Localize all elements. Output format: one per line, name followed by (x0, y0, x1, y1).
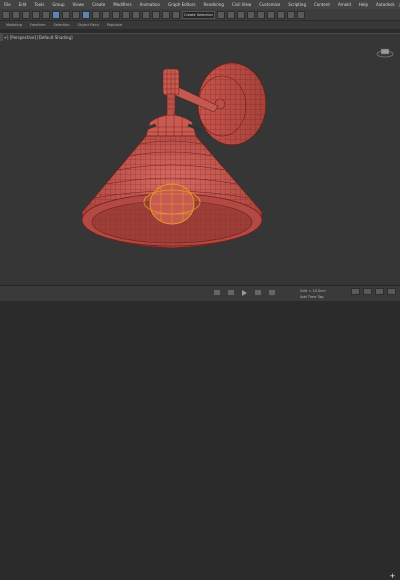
mirror-button[interactable] (217, 10, 225, 19)
menu-item-tools[interactable]: Tools (30, 2, 48, 7)
redo-button[interactable] (12, 10, 20, 19)
region-select-button[interactable] (72, 10, 80, 19)
material-editor-button[interactable] (267, 10, 275, 19)
shade-cap (142, 111, 202, 137)
menu-item-rendering[interactable]: Rendering (200, 2, 228, 7)
ribbon-tab-freeform[interactable]: Freeform (30, 23, 46, 27)
named-sets-button[interactable] (172, 10, 180, 19)
selection-set-dropdown[interactable]: Create Selection Se (182, 10, 215, 19)
pan-icon[interactable] (363, 288, 372, 295)
bind-button[interactable] (42, 10, 50, 19)
go-to-end-icon[interactable] (269, 290, 275, 295)
playback-controls (214, 290, 275, 296)
prev-frame-icon[interactable] (228, 290, 234, 295)
move-button[interactable] (82, 10, 90, 19)
angle-snap-button[interactable] (142, 10, 150, 19)
viewport-side-tab[interactable] (0, 33, 3, 41)
ribbon-tab-modeling[interactable]: Modeling (6, 23, 22, 27)
viewport-nav-controls (351, 288, 396, 295)
main-toolbar: Create Selection Se (0, 9, 400, 21)
add-time-tag[interactable]: Add Time Tag (300, 295, 324, 299)
menu-item-content[interactable]: Content (310, 2, 334, 7)
status-bar: Grid = 10.0cm Add Time Tag + (0, 285, 400, 580)
menu-item-edit[interactable]: Edit (15, 2, 31, 7)
orbit-icon[interactable] (375, 288, 384, 295)
menu-item-help[interactable]: Help (355, 2, 372, 7)
align-button[interactable] (227, 10, 235, 19)
menu-item-civil-view[interactable]: Civil View (228, 2, 255, 7)
ribbon-tab-selection[interactable]: Selection (54, 23, 70, 27)
menu-item-group[interactable]: Group (48, 2, 68, 7)
zoom-icon[interactable] (351, 288, 360, 295)
snap-button[interactable] (132, 10, 140, 19)
ribbon-tabs: Modeling Freeform Selection Object Paint Pop… (0, 21, 400, 29)
lamp-model[interactable] (0, 34, 400, 286)
menu-item-autodesk[interactable]: Autodesk (372, 2, 399, 7)
menu-item-views[interactable]: Views (69, 2, 89, 7)
menu-item-graph-editors[interactable]: Graph Editors (164, 2, 199, 7)
layer-button[interactable] (237, 10, 245, 19)
percent-snap-button[interactable] (152, 10, 160, 19)
menu-item-modifiers[interactable]: Modifiers (109, 2, 135, 7)
reference-coord-button[interactable] (112, 10, 120, 19)
scale-button[interactable] (102, 10, 110, 19)
link-button[interactable] (22, 10, 30, 19)
render-button[interactable] (297, 10, 305, 19)
unlink-button[interactable] (32, 10, 40, 19)
menu-item-arnold[interactable]: Arnold (334, 2, 355, 7)
select-by-name-button[interactable] (62, 10, 70, 19)
menu-item-customize[interactable]: Customize (255, 2, 284, 7)
menu-bar: File Edit Tools Group Views Create Modifiers An… (0, 0, 400, 9)
next-frame-icon[interactable] (255, 290, 261, 295)
menu-item-create[interactable]: Create (88, 2, 109, 7)
undo-button[interactable] (2, 10, 10, 19)
go-to-start-icon[interactable] (214, 290, 220, 295)
perspective-viewport[interactable]: [+] [Perspective] [Default Shading] (0, 33, 400, 286)
add-icon[interactable]: + (389, 573, 396, 580)
menu-item-scripting[interactable]: Scripting (284, 2, 310, 7)
menu-item-file[interactable]: File (0, 2, 15, 7)
maximize-icon[interactable] (387, 288, 396, 295)
pivot-button[interactable] (122, 10, 130, 19)
curve-editor-button[interactable] (247, 10, 255, 19)
schematic-button[interactable] (257, 10, 265, 19)
render-setup-button[interactable] (277, 10, 285, 19)
select-object-button[interactable] (52, 10, 60, 19)
ribbon-tab-populate[interactable]: Populate (107, 23, 122, 27)
play-icon[interactable] (242, 290, 247, 296)
ribbon-tab-object-paint[interactable]: Object Paint (78, 23, 99, 27)
rotate-button[interactable] (92, 10, 100, 19)
menu-item-animation[interactable]: Animation (136, 2, 164, 7)
spinner-snap-button[interactable] (162, 10, 170, 19)
grid-readout: Grid = 10.0cm (300, 289, 326, 293)
render-frame-button[interactable] (287, 10, 295, 19)
